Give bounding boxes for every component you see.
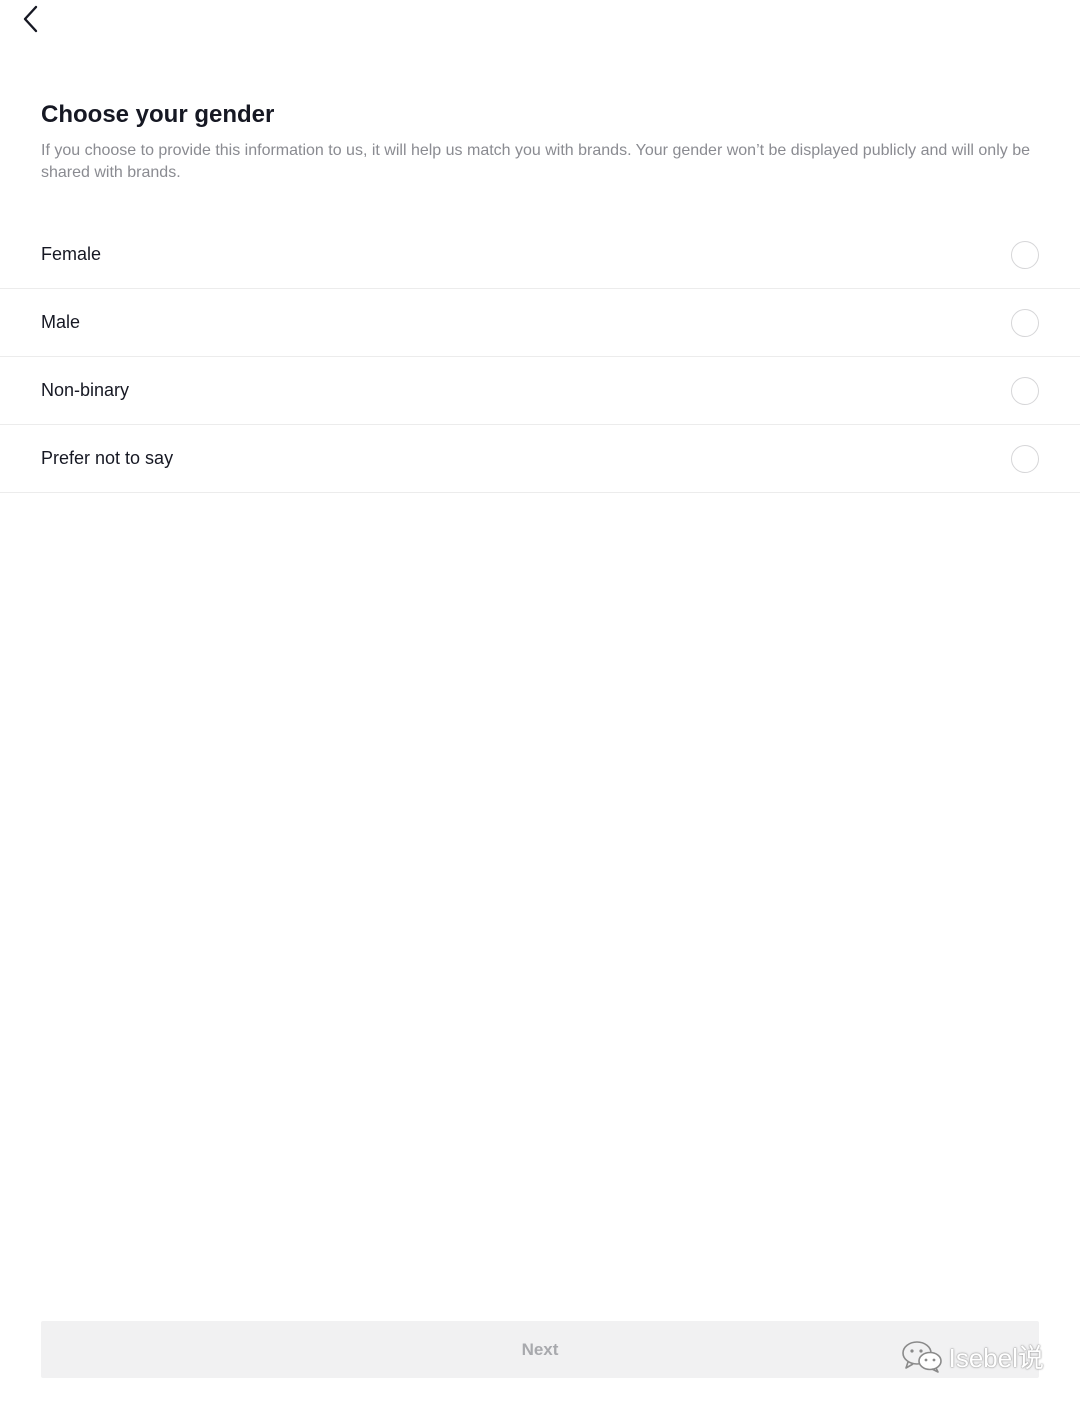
gender-options-list: Female Male Non-binary Prefer not to say: [0, 221, 1080, 493]
radio-button[interactable]: [1011, 308, 1039, 337]
option-female[interactable]: Female: [0, 221, 1080, 289]
option-non-binary[interactable]: Non-binary: [0, 357, 1080, 425]
option-male[interactable]: Male: [0, 289, 1080, 357]
page-title: Choose your gender: [41, 101, 275, 128]
option-label: Non-binary: [41, 380, 130, 400]
chevron-left-icon: [23, 5, 38, 33]
option-prefer-not-to-say[interactable]: Prefer not to say: [0, 425, 1080, 493]
gender-selection-screen: Choose your gender If you choose to prov…: [0, 0, 1080, 1404]
option-label: Male: [41, 312, 81, 332]
radio-button[interactable]: [1011, 444, 1039, 473]
option-label: Prefer not to say: [41, 448, 174, 468]
page-subtitle: If you choose to provide this informatio…: [41, 142, 1030, 181]
radio-button[interactable]: [1011, 376, 1039, 405]
option-label: Female: [41, 244, 102, 264]
radio-button[interactable]: [1011, 240, 1039, 269]
header: Choose your gender If you choose to prov…: [41, 98, 1041, 184]
next-button[interactable]: Next: [41, 1321, 1039, 1378]
back-button[interactable]: [14, 2, 48, 36]
